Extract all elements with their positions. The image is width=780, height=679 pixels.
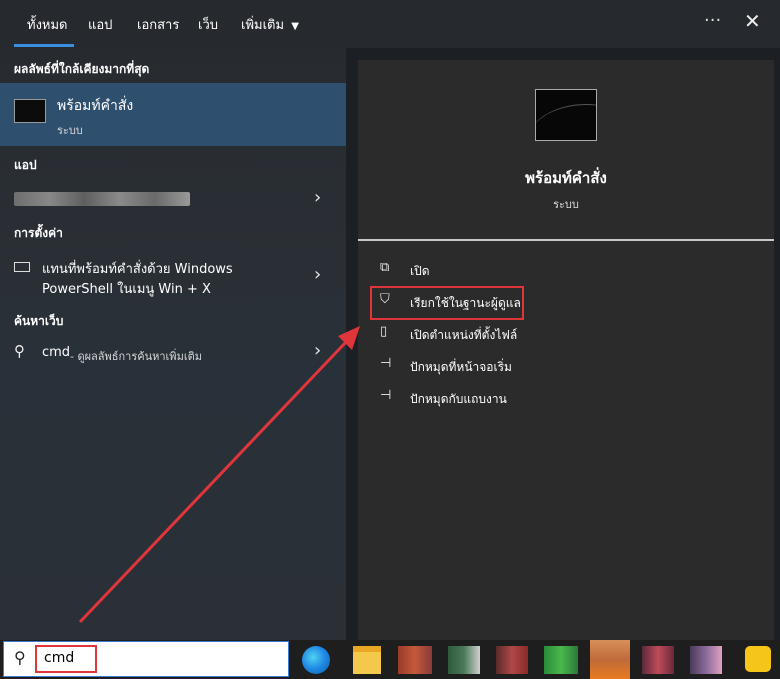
taskbar-search-box[interactable]: ⚲ cmd [3, 641, 289, 677]
file-explorer-icon[interactable] [353, 646, 381, 674]
edge-icon[interactable] [302, 646, 330, 674]
annotation-arrow [78, 326, 360, 624]
taskbar-app-icon[interactable] [642, 646, 674, 674]
taskbar-app-icon[interactable] [690, 646, 722, 674]
taskbar-app-icon[interactable] [745, 646, 771, 672]
taskbar: ⚲ cmd [0, 640, 780, 679]
taskbar-app-icon[interactable] [590, 640, 630, 679]
taskbar-app-icon[interactable] [544, 646, 578, 674]
search-highlight-box [35, 645, 97, 673]
search-icon: ⚲ [14, 648, 26, 667]
taskbar-app-icon[interactable] [496, 646, 528, 674]
taskbar-app-icon[interactable] [448, 646, 480, 674]
taskbar-app-icon[interactable] [398, 646, 432, 674]
